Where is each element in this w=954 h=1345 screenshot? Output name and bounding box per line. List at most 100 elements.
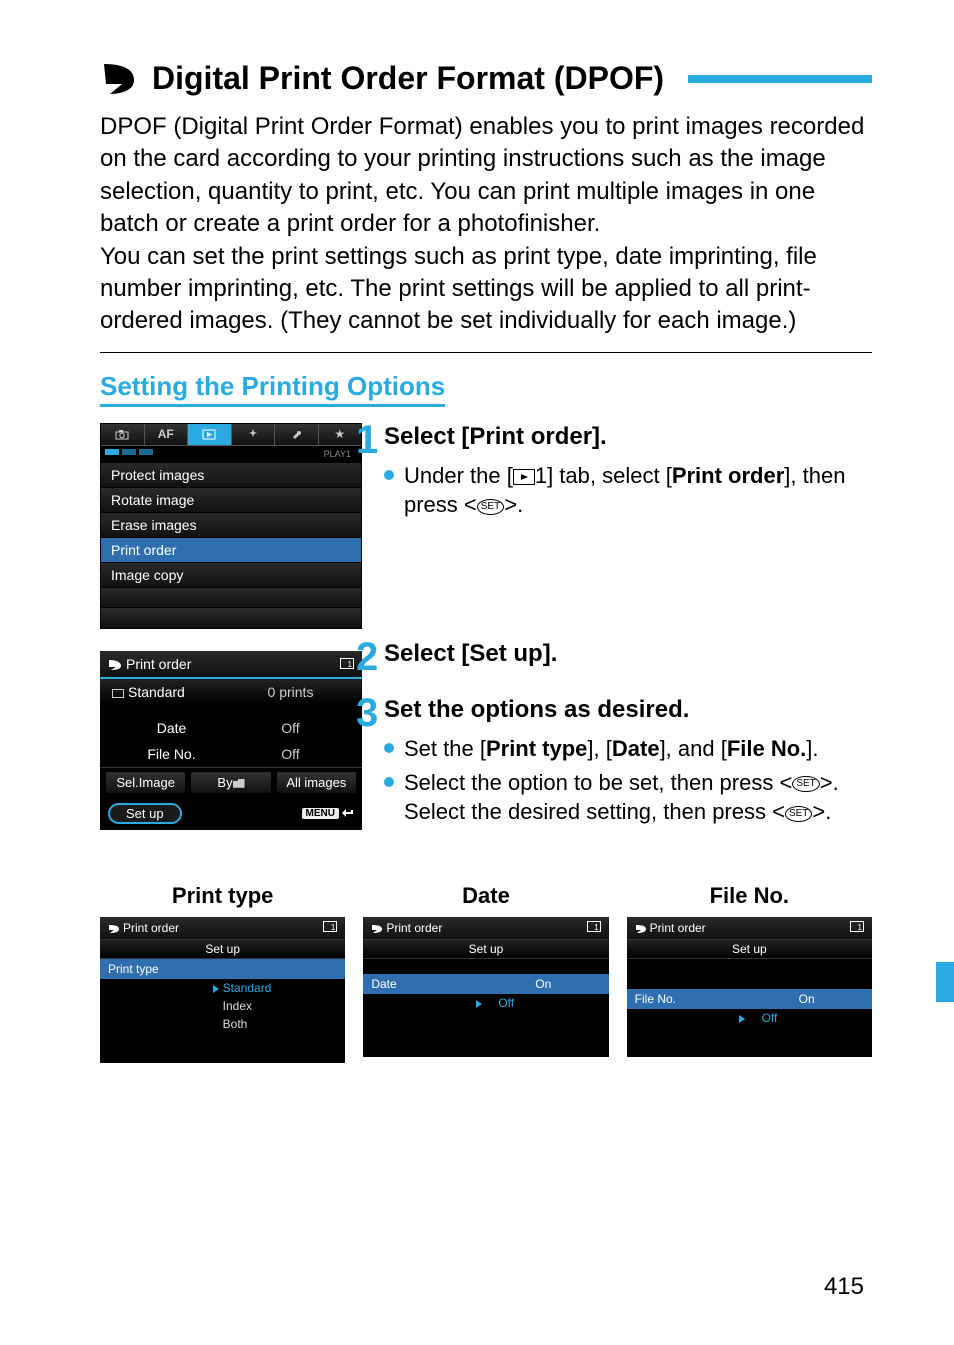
- mini-opt-both: Both: [100, 1015, 345, 1033]
- camera-subtabs: PLAY1: [101, 446, 361, 463]
- tab-wrench-icon: [275, 424, 319, 445]
- step-1: 1 Select [Print order]. Under the [1] ta…: [384, 423, 872, 520]
- menu-return: MENU: [302, 808, 354, 819]
- mini-opt-off: Off: [363, 994, 608, 1012]
- mini-head-label: Print order: [650, 921, 706, 935]
- step-3-bullet-1-text: Set the [Print type], [Date], and [File …: [404, 734, 872, 764]
- bullet-icon: [384, 777, 394, 787]
- step-1-bullet: Under the [1] tab, select [Print order],…: [384, 461, 872, 520]
- divider: [100, 352, 872, 353]
- title-accent-bar: [688, 75, 872, 83]
- page-title-row: Digital Print Order Format (DPOF): [100, 60, 872, 97]
- dpof-arrow-icon: [371, 921, 383, 935]
- print-order-title: Print order: [126, 656, 191, 672]
- mini-opt-off: Off: [627, 1009, 872, 1027]
- menu-item-image-copy: Image copy: [101, 563, 361, 588]
- set-button-icon: SET: [477, 499, 504, 515]
- mini-head-label: Print order: [123, 921, 179, 935]
- date-row: Date Off: [100, 715, 362, 741]
- dpof-arrow-icon: [108, 656, 122, 672]
- card-icon: [323, 921, 337, 935]
- intro-p1: DPOF (Digital Print Order Format) enable…: [100, 111, 872, 241]
- print-type-row: Standard 0 prints: [100, 679, 362, 705]
- camera-menu-tabs: AF ★: [101, 424, 361, 446]
- mini-sub: Set up: [627, 939, 872, 959]
- card-icon: [850, 921, 864, 935]
- step-3: 3 Set the options as desired. Set the [P…: [384, 696, 872, 827]
- dpof-arrow-icon: [635, 921, 647, 935]
- mini-print-type-title: Print type: [100, 883, 345, 909]
- dpof-arrow-icon: [108, 921, 120, 935]
- step-2: 2 Select [Set up].: [384, 640, 872, 674]
- set-button-icon: SET: [785, 806, 812, 822]
- section-title: Setting the Printing Options: [100, 371, 445, 407]
- dpof-arrow-icon: [100, 62, 138, 96]
- fileno-value: Off: [231, 746, 350, 762]
- print-order-buttons: Sel.Image By All images: [100, 767, 362, 797]
- tab-star-icon: ★: [319, 424, 362, 445]
- mini-opt-standard: Standard: [100, 979, 345, 997]
- page-number: 415: [824, 1273, 864, 1301]
- side-tab-marker: [936, 962, 954, 1002]
- tab-camera-icon: [101, 424, 145, 445]
- menu-empty-row: [101, 608, 361, 628]
- mini-head-label: Print order: [386, 921, 442, 935]
- date-value: Off: [231, 720, 350, 736]
- print-order-screenshot: Print order Standard 0 prints Date Off F…: [100, 651, 362, 830]
- tab-af-icon: AF: [145, 424, 189, 445]
- folder-icon: [233, 779, 245, 788]
- step-3-bullet-2-text: Select the option to be set, then press …: [404, 768, 872, 827]
- fileno-row: File No. Off: [100, 741, 362, 767]
- bullet-icon: [384, 470, 394, 480]
- print-order-footer: Set up MENU: [100, 797, 362, 830]
- mini-fileno: File No. Print order Set up File No.On O…: [627, 883, 872, 1063]
- step-1-title: Select [Print order].: [384, 423, 607, 451]
- bullet-icon: [384, 743, 394, 753]
- step-2-title: Select [Set up].: [384, 640, 557, 668]
- print-order-header: Print order: [100, 651, 362, 677]
- mini-print-type: Print type Print order Set up Print type…: [100, 883, 345, 1063]
- tab-group-label: PLAY1: [324, 449, 357, 459]
- intro-text: DPOF (Digital Print Order Format) enable…: [100, 111, 872, 338]
- prints-count: 0 prints: [231, 684, 350, 700]
- intro-p2: You can set the print settings such as p…: [100, 241, 872, 338]
- menu-badge: MENU: [302, 808, 339, 819]
- book-icon: [112, 689, 124, 698]
- menu-item-protect: Protect images: [101, 463, 361, 488]
- menu-item-erase: Erase images: [101, 513, 361, 538]
- print-type-label: Standard: [128, 684, 185, 700]
- play-tab-icon: [513, 469, 535, 485]
- fileno-label: File No.: [112, 746, 231, 762]
- mini-sub: Set up: [363, 939, 608, 959]
- mini-opt-index: Index: [100, 997, 345, 1015]
- tab-play-icon: [188, 424, 232, 445]
- card-icon: [587, 921, 601, 935]
- date-label: Date: [112, 720, 231, 736]
- mini-sub: Set up: [100, 939, 345, 959]
- camera-menu-screenshot: AF ★ PLAY1 Protect images Rotate image E…: [100, 423, 362, 629]
- return-icon: [342, 808, 354, 818]
- sel-image-button: Sel.Image: [106, 772, 185, 793]
- mini-row-print-type: Print type: [100, 959, 345, 979]
- step-1-bullet-text: Under the [1] tab, select [Print order],…: [404, 461, 872, 520]
- menu-item-print-order: Print order: [101, 538, 361, 563]
- step-3-number: 3: [356, 696, 378, 730]
- card-icon: [340, 656, 354, 672]
- setup-button: Set up: [108, 803, 182, 824]
- mini-fileno-title: File No.: [627, 883, 872, 909]
- step-3-bullet-2: Select the option to be set, then press …: [384, 768, 872, 827]
- by-folder-button: By: [191, 772, 270, 793]
- step-3-bullet-1: Set the [Print type], [Date], and [File …: [384, 734, 872, 764]
- tab-tool-icon: [232, 424, 276, 445]
- mini-row-fileno: File No.On: [627, 989, 872, 1009]
- step-2-number: 2: [356, 640, 378, 674]
- all-images-button: All images: [277, 772, 356, 793]
- menu-empty-row: [101, 588, 361, 608]
- set-button-icon: SET: [792, 776, 819, 792]
- page-title: Digital Print Order Format (DPOF): [152, 60, 664, 97]
- menu-item-rotate: Rotate image: [101, 488, 361, 513]
- mini-row-date: DateOn: [363, 974, 608, 994]
- mini-screenshots: Print type Print order Set up Print type…: [100, 883, 872, 1063]
- mini-date-title: Date: [363, 883, 608, 909]
- step-3-title: Set the options as desired.: [384, 696, 689, 724]
